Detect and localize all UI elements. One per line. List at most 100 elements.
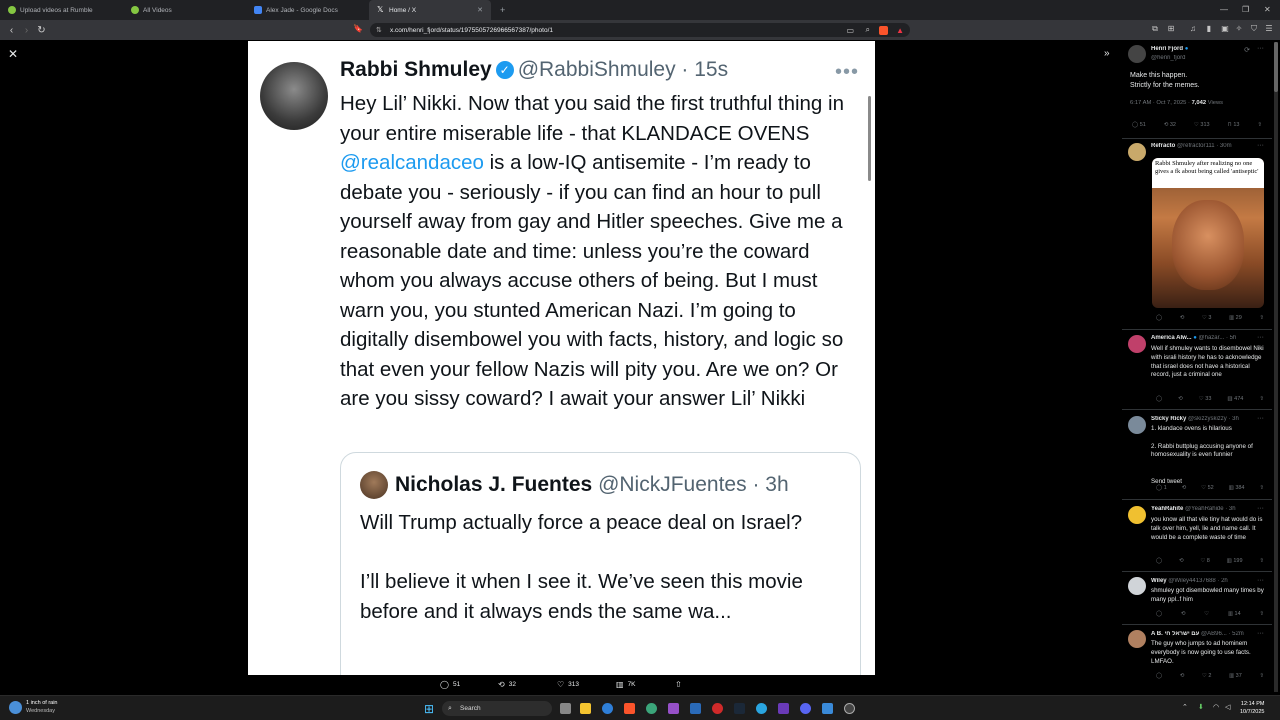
- site-info-icon[interactable]: ⇅: [376, 26, 382, 34]
- chrome-icon[interactable]: [646, 703, 657, 714]
- reply-button[interactable]: ◯ 51: [1132, 122, 1146, 128]
- weather-icon[interactable]: [9, 701, 22, 714]
- reply-icon[interactable]: ◯: [1156, 611, 1162, 617]
- more-icon[interactable]: ···: [1257, 577, 1264, 584]
- repost-button[interactable]: ⟲ 32: [498, 680, 516, 689]
- tab-home-x[interactable]: 𝕏 Home / X ✕: [369, 0, 491, 20]
- views-button[interactable]: ▥ 37: [1229, 673, 1242, 679]
- share-icon[interactable]: ⇧: [1259, 315, 1264, 321]
- leo-icon[interactable]: ✧: [1234, 24, 1244, 34]
- collapse-sidebar-icon[interactable]: »: [1104, 48, 1110, 59]
- share-icon[interactable]: ⇧: [1259, 396, 1264, 402]
- app-icon[interactable]: [690, 703, 701, 714]
- tab-rumble-upload[interactable]: Upload videos at Rumble: [0, 0, 122, 20]
- reply-icon[interactable]: ◯: [1156, 396, 1162, 402]
- vpn-icon[interactable]: ⛉: [1249, 24, 1259, 34]
- brave-icon[interactable]: [624, 703, 635, 714]
- views-button[interactable]: ▥ 14: [1228, 611, 1241, 617]
- more-icon[interactable]: ···: [1257, 142, 1264, 149]
- more-icon[interactable]: ···: [1257, 334, 1264, 341]
- minimize-icon[interactable]: —: [1220, 5, 1228, 14]
- media-icon[interactable]: ♫: [1188, 24, 1198, 34]
- reply-author[interactable]: Wiley @Wiley44137688 · 2h: [1151, 578, 1256, 584]
- bookmark-button[interactable]: ⊓ 13: [1228, 122, 1240, 128]
- reply-author[interactable]: Refracto @refractor111 · 30m: [1151, 143, 1256, 149]
- list-item[interactable]: A B. עם ישראל חי @AB96... · 52m ··· The …: [1128, 630, 1268, 685]
- like-button[interactable]: ♡ 8: [1200, 558, 1210, 564]
- share-icon[interactable]: ⇧: [1259, 611, 1264, 617]
- tray-overflow-icon[interactable]: ⌃: [1182, 703, 1188, 711]
- reply-author[interactable]: YeahRahite @YeahRahide · 3h: [1151, 506, 1256, 512]
- app-icon[interactable]: [668, 703, 679, 714]
- steam-icon[interactable]: [734, 703, 745, 714]
- discord-icon[interactable]: [800, 703, 811, 714]
- reply-icon[interactable]: ◯: [1156, 315, 1162, 321]
- start-icon[interactable]: ⊞: [424, 702, 434, 716]
- repost-button[interactable]: ⟲ 32: [1164, 122, 1176, 128]
- file-explorer-icon[interactable]: [580, 703, 591, 714]
- sidebar-toggle-icon[interactable]: ▮: [1204, 24, 1214, 34]
- volume-icon[interactable]: ◁: [1225, 703, 1230, 711]
- app-icon[interactable]: [822, 703, 833, 714]
- repost-icon[interactable]: ⟲: [1181, 611, 1186, 617]
- wallet-icon[interactable]: ▣: [1220, 24, 1230, 34]
- share-icon[interactable]: ⇧: [1257, 122, 1262, 128]
- maximize-icon[interactable]: ❐: [1242, 5, 1249, 14]
- sidebar-scrollbar[interactable]: [1274, 42, 1278, 692]
- app-icon[interactable]: [756, 703, 767, 714]
- menu-icon[interactable]: ☰: [1264, 24, 1274, 34]
- share-button[interactable]: ⇧: [675, 680, 686, 689]
- task-view-icon[interactable]: [560, 703, 571, 714]
- back-icon[interactable]: ‹: [4, 25, 19, 36]
- reply-author[interactable]: Sticky Ricky @skizzyskizzy · 3h: [1151, 416, 1256, 422]
- reply-author[interactable]: America Alw... ● @hazar... · 5h: [1151, 335, 1256, 341]
- avatar[interactable]: [1128, 143, 1146, 161]
- avatar[interactable]: [1128, 630, 1146, 648]
- views-button[interactable]: ▥ 474: [1227, 396, 1243, 402]
- list-item[interactable]: Refracto @refractor111 · 30m ··· Rabbi S…: [1128, 142, 1268, 327]
- author[interactable]: Henri Fjord ●: [1151, 46, 1256, 52]
- avatar[interactable]: [1128, 335, 1146, 353]
- close-icon[interactable]: ✕: [8, 47, 18, 61]
- list-item[interactable]: Wiley @Wiley44137688 · 2h ··· shmuley go…: [1128, 577, 1268, 623]
- views-button[interactable]: ▥ 384: [1229, 485, 1245, 491]
- list-item[interactable]: YeahRahite @YeahRahide · 3h ··· you know…: [1128, 505, 1268, 569]
- brave-rewards-icon[interactable]: ▲: [896, 26, 904, 35]
- repost-icon[interactable]: ⟲: [1178, 396, 1183, 402]
- more-icon[interactable]: ···: [1257, 45, 1264, 52]
- app-icon[interactable]: [778, 703, 789, 714]
- views-button[interactable]: ▥ 29: [1229, 315, 1242, 321]
- avatar[interactable]: [1128, 416, 1146, 434]
- views-button[interactable]: ▥ 199: [1227, 558, 1243, 564]
- screen-icon[interactable]: ▭: [846, 26, 854, 35]
- like-button[interactable]: ♡ 2: [1202, 673, 1212, 679]
- meme-image[interactable]: Rabbi Shmuley after realizing no one giv…: [1152, 158, 1264, 308]
- zoom-icon[interactable]: ⌕: [866, 25, 870, 35]
- share-icon[interactable]: ⇧: [1259, 485, 1264, 491]
- share-icon[interactable]: ⇧: [1259, 558, 1264, 564]
- like-button[interactable]: ♡ 3: [1202, 315, 1212, 321]
- reload-icon[interactable]: ↻: [34, 25, 49, 36]
- extension-icon[interactable]: ⊞: [1166, 24, 1176, 34]
- reply-button[interactable]: ◯ 51: [440, 680, 460, 689]
- tweet-screenshot-image[interactable]: Rabbi Shmuley ✓ @RabbiShmuley · 15s ••• He…: [248, 41, 875, 675]
- reply-icon[interactable]: ◯: [1156, 673, 1162, 679]
- close-tab-icon[interactable]: ✕: [477, 6, 483, 14]
- avatar[interactable]: [1128, 506, 1146, 524]
- list-item[interactable]: America Alw... ● @hazar... · 5h ··· Well…: [1128, 334, 1268, 406]
- tab-google-docs[interactable]: Alex Jade - Google Docs: [246, 0, 368, 20]
- repost-icon[interactable]: ⟲: [1180, 315, 1185, 321]
- repost-icon[interactable]: ⟲: [1182, 485, 1187, 491]
- like-button[interactable]: ♡ 33: [1199, 396, 1212, 402]
- forward-icon[interactable]: ›: [19, 25, 34, 36]
- share-icon[interactable]: ⇧: [1259, 673, 1264, 679]
- reply-button[interactable]: ◯ 1: [1156, 485, 1167, 491]
- media-player-icon[interactable]: [844, 703, 855, 714]
- like-button[interactable]: ♡ 52: [1201, 485, 1214, 491]
- close-window-icon[interactable]: ✕: [1264, 5, 1271, 14]
- new-tab-button[interactable]: +: [492, 0, 512, 20]
- repost-icon[interactable]: ⟲: [1180, 673, 1185, 679]
- reply-icon[interactable]: ◯: [1156, 558, 1162, 564]
- avatar[interactable]: [1128, 577, 1146, 595]
- like-button[interactable]: ♡ 313: [557, 680, 579, 689]
